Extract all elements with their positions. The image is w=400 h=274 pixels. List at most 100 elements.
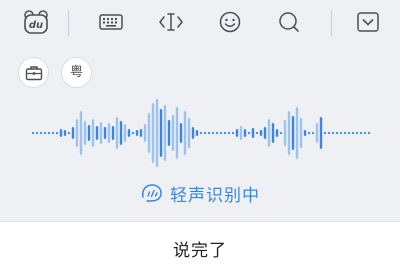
cantonese-mode-button[interactable]: 粤 [61, 57, 92, 88]
waveform-bar [179, 123, 183, 143]
scene-mode-button[interactable] [18, 57, 49, 88]
waveform-dot [247, 131, 251, 135]
waveform-bar [267, 119, 271, 147]
waveform-bar [139, 129, 143, 137]
waveform-dot [347, 131, 351, 135]
waveform-bar [239, 126, 243, 140]
waveform-bar [291, 116, 295, 150]
waveform-dot [47, 131, 51, 135]
waveform-dot [367, 131, 371, 135]
waveform-dot [307, 131, 311, 135]
waveform-dot [327, 131, 331, 135]
waveform-bar [83, 121, 87, 145]
waveform-bar [59, 129, 63, 137]
du-logo-button[interactable]: du [20, 6, 52, 38]
waveform-dot [215, 131, 219, 135]
du-logo-icon: du [24, 10, 48, 34]
waveform-bar [315, 123, 319, 143]
waveform-dot [219, 131, 223, 135]
waveform-bar [163, 105, 167, 161]
collapse-keyboard-icon [357, 12, 379, 32]
waveform-dot [359, 131, 363, 135]
voice-status: 轻声识别中 [0, 181, 400, 206]
waveform-bar [283, 120, 287, 146]
waveform-bar [295, 107, 299, 159]
waveform-dot [223, 131, 227, 135]
waveform-bar [251, 128, 255, 138]
waveform-bar [71, 127, 75, 139]
waveform-bar [63, 130, 67, 136]
cursor-move-button[interactable] [155, 6, 187, 38]
waveform-dot [51, 131, 55, 135]
finish-speaking-button[interactable]: 说完了 [0, 221, 400, 274]
collapse-keyboard-button[interactable] [352, 6, 384, 38]
emoji-button[interactable] [214, 6, 246, 38]
waveform-dot [231, 131, 235, 135]
waveform-dot [339, 131, 343, 135]
voice-status-text: 轻声识别中 [170, 185, 260, 206]
waveform-dot [335, 131, 339, 135]
briefcase-icon [25, 65, 42, 80]
waveform-dot [311, 131, 315, 135]
waveform-bar [187, 118, 191, 148]
finish-speaking-label: 说完了 [173, 240, 227, 261]
waveform-bar [195, 130, 199, 136]
waveform-bar [143, 124, 147, 142]
waveform-bar [299, 118, 303, 148]
waveform-bar [159, 109, 163, 157]
keyboard-toolbar: du [0, 0, 400, 44]
voice-input-panel: du 粤 轻声识别中 [0, 0, 400, 221]
waveform-dot [207, 131, 211, 135]
waveform-bar [115, 117, 119, 149]
waveform-dot [43, 131, 47, 135]
cantonese-label: 粤 [69, 65, 83, 80]
waveform-bar [319, 117, 323, 149]
waveform-bar [243, 129, 247, 137]
waveform-bar [303, 130, 307, 136]
waveform-bar [235, 129, 239, 137]
waveform-dot [203, 131, 207, 135]
waveform-bar [91, 119, 95, 147]
waveform-bar [263, 127, 267, 139]
waveform-bar [75, 119, 79, 147]
waveform-bar [119, 121, 123, 145]
keyboard-icon [99, 14, 123, 30]
whisper-icon [141, 184, 162, 202]
waveform-dot [255, 131, 259, 135]
waveform-bar [151, 103, 155, 163]
search-button[interactable] [273, 6, 305, 38]
waveform-bar [135, 130, 139, 136]
waveform-bar [155, 99, 159, 167]
cursor-icon [159, 13, 183, 31]
waveform-dot [199, 131, 203, 135]
toolbar-divider [68, 10, 69, 36]
waveform-dot [227, 131, 231, 135]
waveform-dot [35, 131, 39, 135]
waveform-dot [31, 131, 35, 135]
waveform-bar [99, 122, 103, 144]
waveform-bar [79, 111, 83, 155]
emoji-icon [219, 11, 241, 33]
waveform-bar [275, 129, 279, 137]
waveform-bar [123, 124, 127, 142]
keyboard-button[interactable] [95, 6, 127, 38]
waveform-dot [39, 131, 43, 135]
waveform-bar [287, 111, 291, 155]
waveform-bar [167, 120, 171, 146]
waveform-bar [107, 123, 111, 143]
waveform-bar [271, 123, 275, 143]
waveform-dot [351, 131, 355, 135]
waveform-dot [211, 131, 215, 135]
waveform-bar [87, 125, 91, 141]
waveform-dot [55, 131, 59, 135]
waveform-dot [131, 131, 135, 135]
svg-text:du: du [29, 20, 43, 31]
waveform-dot [363, 131, 367, 135]
search-icon [279, 12, 299, 32]
waveform-bar [259, 130, 263, 136]
toolbar-divider [331, 10, 332, 36]
waveform-bar [171, 115, 175, 151]
waveform-bar [191, 127, 195, 139]
waveform-dot [343, 131, 347, 135]
waveform-dot [323, 131, 327, 135]
